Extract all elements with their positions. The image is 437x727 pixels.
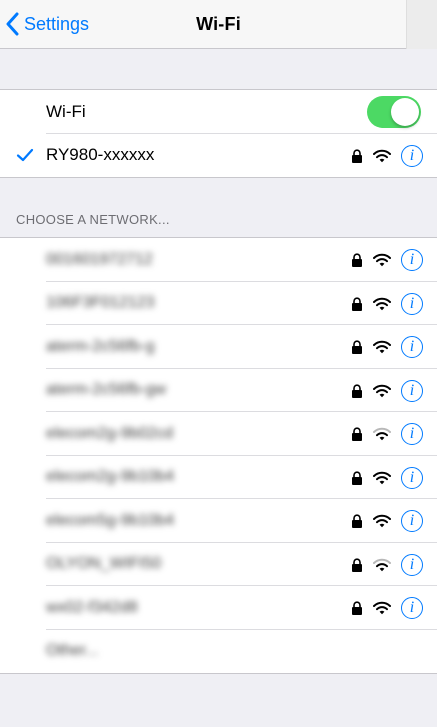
lock-icon bbox=[352, 470, 362, 485]
toggle-knob bbox=[391, 98, 419, 126]
network-name: aterm-2c56fb-g bbox=[46, 337, 155, 355]
info-icon[interactable]: i bbox=[401, 423, 423, 445]
wifi-signal-icon bbox=[373, 558, 391, 571]
lock-icon bbox=[352, 514, 362, 528]
network-row[interactable]: elecom5g-9b10b4 i bbox=[0, 499, 437, 543]
network-row[interactable]: elecom2g-9b02cd i bbox=[0, 412, 437, 456]
wifi-settings-screen: Settings Wi-Fi Wi-Fi RY980-xxxxxx i CHOO… bbox=[0, 0, 437, 727]
info-icon[interactable]: i bbox=[401, 553, 423, 576]
lock-icon bbox=[352, 296, 362, 311]
network-row[interactable]: 106F3F012123 i bbox=[0, 282, 437, 325]
network-name: OLYON_WIFI50 bbox=[46, 555, 162, 573]
network-status-icons: i bbox=[351, 551, 423, 579]
connected-network-name: RY980-xxxxxx bbox=[46, 145, 155, 165]
network-status-icons: i bbox=[351, 333, 423, 361]
network-status-icons: i bbox=[351, 507, 423, 535]
info-icon[interactable]: i bbox=[401, 336, 423, 358]
wifi-signal-icon bbox=[373, 601, 391, 615]
network-name: elecom2g-9b02cd bbox=[46, 424, 174, 442]
info-icon[interactable]: i bbox=[401, 292, 423, 315]
wifi-signal-icon bbox=[373, 427, 391, 441]
network-status-icons: i bbox=[351, 594, 423, 622]
network-status-icons: i bbox=[351, 464, 423, 492]
section-header: CHOOSE A NETWORK... bbox=[16, 212, 170, 227]
info-icon[interactable]: i bbox=[401, 597, 423, 619]
wifi-toggle-row: Wi-Fi bbox=[0, 90, 437, 134]
info-icon[interactable]: i bbox=[401, 510, 423, 532]
network-status-icons: i bbox=[351, 420, 423, 448]
other-network-label: Other... bbox=[46, 642, 99, 660]
network-row[interactable]: aterm-2c56fb-gw i bbox=[0, 369, 437, 412]
page-title: Wi-Fi bbox=[196, 14, 241, 34]
info-icon[interactable]: i bbox=[401, 249, 423, 271]
navigation-bar: Settings Wi-Fi bbox=[0, 0, 437, 49]
network-name: elecom2g-9b10b4 bbox=[46, 468, 175, 486]
network-name: elecom5g-9b10b4 bbox=[46, 511, 175, 529]
wifi-signal-icon bbox=[373, 384, 391, 397]
lock-icon bbox=[352, 253, 362, 267]
other-network-row[interactable]: Other... bbox=[0, 630, 437, 674]
network-row[interactable]: aterm-2c56fb-g i bbox=[0, 325, 437, 369]
info-icon[interactable]: i bbox=[401, 466, 423, 489]
network-list: 001601972712 i 106F3F012123 i aterm-2c56fb-g… bbox=[0, 237, 437, 674]
lock-icon bbox=[352, 557, 362, 572]
wifi-signal-icon bbox=[373, 149, 391, 162]
lock-icon bbox=[352, 427, 362, 441]
network-row[interactable]: OLYON_WIFI50 i bbox=[0, 543, 437, 586]
wifi-toggle-label: Wi-Fi bbox=[46, 101, 86, 121]
network-name: aterm-2c56fb-gw bbox=[46, 381, 167, 399]
network-name: 001601972712 bbox=[46, 250, 153, 268]
wifi-signal-icon bbox=[373, 471, 391, 484]
network-status-icons: i bbox=[351, 142, 423, 170]
connected-network-row[interactable]: RY980-xxxxxx i bbox=[0, 134, 437, 178]
lock-icon bbox=[352, 601, 362, 615]
network-status-icons: i bbox=[351, 246, 423, 274]
network-row[interactable]: 001601972712 i bbox=[0, 238, 437, 282]
lock-icon bbox=[352, 148, 362, 163]
wifi-signal-icon bbox=[373, 297, 391, 310]
nav-edge bbox=[406, 0, 437, 49]
wifi-status-group: Wi-Fi RY980-xxxxxx i bbox=[0, 89, 437, 178]
network-row[interactable]: elecom2g-9b10b4 i bbox=[0, 456, 437, 499]
info-icon[interactable]: i bbox=[401, 144, 423, 167]
network-name: 106F3F012123 bbox=[46, 294, 155, 312]
wifi-signal-icon bbox=[373, 253, 391, 267]
checkmark-icon bbox=[16, 148, 34, 161]
network-status-icons: i bbox=[351, 377, 423, 405]
lock-icon bbox=[352, 340, 362, 354]
network-row[interactable]: wx02-f342d8 i bbox=[0, 586, 437, 630]
wifi-signal-icon bbox=[373, 340, 391, 354]
info-icon[interactable]: i bbox=[401, 379, 423, 402]
lock-icon bbox=[352, 383, 362, 398]
wifi-signal-icon bbox=[373, 514, 391, 528]
wifi-toggle-switch[interactable] bbox=[367, 96, 421, 128]
network-name: wx02-f342d8 bbox=[46, 598, 138, 616]
network-status-icons: i bbox=[351, 290, 423, 318]
